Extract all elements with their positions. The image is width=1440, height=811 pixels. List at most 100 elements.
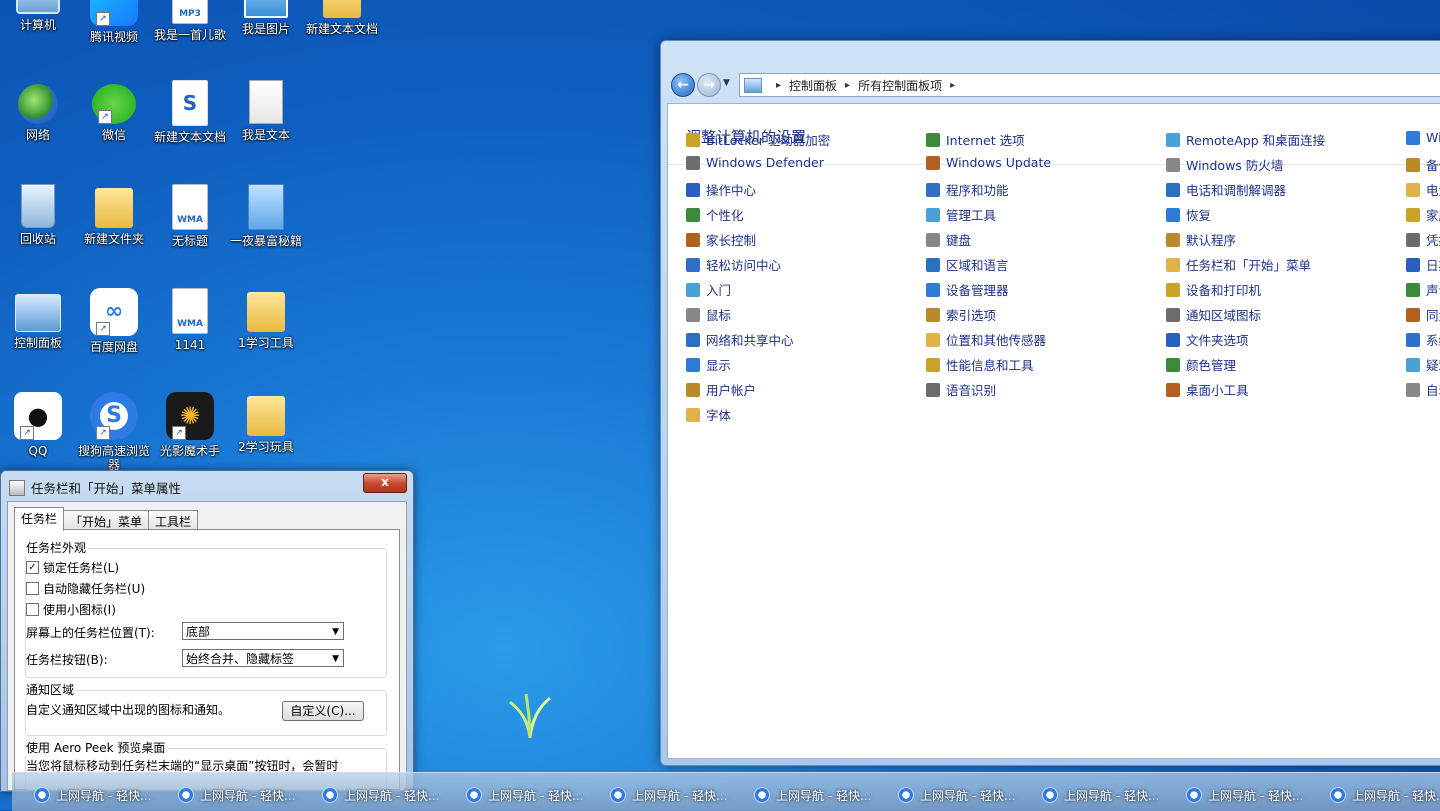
customize-button[interactable]: 自定义(C)... — [282, 701, 364, 721]
control-panel-item[interactable]: 文件夹选项 — [1166, 330, 1249, 349]
tab-taskbar[interactable]: 任务栏 — [14, 507, 65, 531]
control-panel-item[interactable]: 电话和调制解调器 — [1166, 180, 1286, 199]
control-panel-item[interactable]: Wi — [1406, 130, 1440, 145]
control-panel-item[interactable]: 语音识别 — [926, 380, 996, 399]
autohide-checkbox[interactable] — [26, 582, 39, 595]
control-panel-item[interactable]: RemoteApp 和桌面连接 — [1166, 130, 1325, 149]
control-panel-item[interactable]: 用户帐户 — [686, 380, 756, 399]
close-button[interactable]: x — [363, 473, 407, 493]
control-panel-item[interactable]: 操作中心 — [686, 180, 756, 199]
forward-button[interactable]: → — [697, 73, 721, 97]
desktop-icon-untitled[interactable]: WMA 无标题 — [152, 184, 228, 248]
control-panel-item[interactable]: 电源 — [1406, 180, 1440, 199]
breadcrumb-separator-icon[interactable]: ▸ — [776, 80, 781, 91]
small-icons-checkbox[interactable] — [26, 603, 39, 616]
control-panel-item[interactable]: 网络和共享中心 — [686, 330, 794, 349]
breadcrumb-control-panel[interactable]: 控制面板 — [789, 77, 837, 94]
desktop-icon-song[interactable]: MP3 我是一首儿歌 — [152, 0, 228, 42]
desktop-icon-qq[interactable]: ● ↗ QQ — [0, 392, 76, 458]
control-panel-item[interactable]: 系统 — [1406, 330, 1440, 349]
control-panel-item[interactable]: 通知区域图标 — [1166, 305, 1261, 324]
desktop-icon-tencent-video[interactable]: ↗ 腾讯视频 — [76, 0, 152, 44]
breadcrumb-all-items[interactable]: 所有控制面板项 — [858, 77, 942, 94]
desktop-icon-control-panel[interactable]: 控制面板 — [0, 288, 76, 350]
tab-toolbars[interactable]: 工具栏 — [148, 510, 199, 531]
desktop-icon-1141[interactable]: WMA 1141 — [152, 288, 228, 352]
control-panel-item[interactable]: Internet 选项 — [926, 130, 1025, 149]
desktop-icon-image[interactable]: 我是图片 — [228, 0, 304, 36]
desktop-icon-text[interactable]: 我是文本 — [228, 80, 304, 142]
taskbar-button[interactable]: 上网导航 - 轻快... — [604, 781, 740, 809]
history-dropdown-icon[interactable]: ▼ — [723, 78, 730, 88]
control-panel-item[interactable]: 任务栏和「开始」菜单 — [1166, 255, 1311, 274]
taskbar-button[interactable]: 上网导航 - 轻快... — [892, 781, 1028, 809]
small-icons-checkbox-row[interactable]: 使用小图标(I) — [26, 601, 116, 618]
control-panel-item[interactable]: 性能信息和工具 — [926, 355, 1034, 374]
control-panel-item[interactable]: 索引选项 — [926, 305, 996, 324]
control-panel-item[interactable]: Windows Update — [926, 155, 1051, 170]
control-panel-item[interactable]: 入门 — [686, 280, 731, 299]
taskbar-button[interactable]: 上网导航 - 轻快... — [316, 781, 452, 809]
desktop-icon-wechat[interactable]: ↗ 微信 — [76, 80, 152, 142]
control-panel-item[interactable]: 设备和打印机 — [1166, 280, 1261, 299]
control-panel-item[interactable]: 凭据 — [1406, 230, 1440, 249]
control-panel-window[interactable]: ← → ▼ ▸ 控制面板 ▸ 所有控制面板项 ▸ 调整计算机的设置 BitLoc… — [660, 40, 1440, 766]
control-panel-item[interactable]: Windows Defender — [686, 155, 824, 170]
taskbar-button[interactable]: 上网导航 - 轻快... — [28, 781, 164, 809]
control-panel-item[interactable]: 轻松访问中心 — [686, 255, 781, 274]
taskbar-button[interactable]: 上网导航 - 轻快... — [1036, 781, 1172, 809]
lock-taskbar-checkbox-row[interactable]: ✓ 锁定任务栏(L) — [26, 559, 119, 576]
control-panel-item[interactable]: 区域和语言 — [926, 255, 1009, 274]
taskbar-position-select[interactable]: 底部 ▼ — [182, 622, 344, 640]
desktop-icon-baidu-netdisk[interactable]: ∞ ↗ 百度网盘 — [76, 288, 152, 354]
control-panel-item[interactable]: 备份 — [1406, 155, 1440, 174]
taskbar-button[interactable]: 上网导航 - 轻快... — [172, 781, 308, 809]
desktop-icon-guangying[interactable]: ✺ ↗ 光影魔术手 — [152, 392, 228, 458]
desktop-icon-secret[interactable]: 一夜暴富秘籍 — [228, 184, 304, 248]
control-panel-item[interactable]: 家长控制 — [686, 230, 756, 249]
taskbar-buttons-select[interactable]: 始终合并、隐藏标签 ▼ — [182, 649, 344, 667]
taskbar-button[interactable]: 上网导航 - 轻快... — [1324, 781, 1440, 809]
taskbar-button[interactable]: 上网导航 - 轻快... — [1180, 781, 1316, 809]
control-panel-item[interactable]: 显示 — [686, 355, 731, 374]
desktop-icon-computer[interactable]: 计算机 — [0, 0, 76, 32]
lock-taskbar-checkbox[interactable]: ✓ — [26, 561, 39, 574]
control-panel-item[interactable]: 位置和其他传感器 — [926, 330, 1046, 349]
desktop-icon-network[interactable]: 网络 — [0, 80, 76, 142]
control-panel-item[interactable]: 家庭 — [1406, 205, 1440, 224]
tab-start-menu[interactable]: 「开始」菜单 — [63, 510, 150, 531]
control-panel-item[interactable]: 鼠标 — [686, 305, 731, 324]
control-panel-item[interactable]: BitLocker 驱动器加密 — [686, 130, 830, 149]
control-panel-item[interactable]: 颜色管理 — [1166, 355, 1236, 374]
control-panel-item[interactable]: 程序和功能 — [926, 180, 1009, 199]
breadcrumb-separator-icon[interactable]: ▸ — [950, 80, 955, 91]
control-panel-item[interactable]: 字体 — [686, 405, 731, 424]
control-panel-item[interactable]: 日期 — [1406, 255, 1440, 274]
control-panel-item[interactable]: 管理工具 — [926, 205, 996, 224]
desktop-icon-study-tools[interactable]: 1学习工具 — [228, 288, 304, 350]
control-panel-item[interactable]: 自动 — [1406, 380, 1440, 399]
desktop-icon-study-toys[interactable]: 2学习玩具 — [228, 392, 304, 454]
control-panel-item[interactable]: 同步 — [1406, 305, 1440, 324]
back-button[interactable]: ← — [671, 73, 695, 97]
taskbar-properties-dialog[interactable]: 任务栏和「开始」菜单属性 x 任务栏 「开始」菜单 工具栏 任务栏外观 ✓ 锁定… — [0, 470, 414, 792]
taskbar-button[interactable]: 上网导航 - 轻快... — [748, 781, 884, 809]
control-panel-item[interactable]: 桌面小工具 — [1166, 380, 1249, 399]
control-panel-item[interactable]: 疑难 — [1406, 355, 1440, 374]
breadcrumb-separator-icon[interactable]: ▸ — [845, 80, 850, 91]
control-panel-item[interactable]: 设备管理器 — [926, 280, 1009, 299]
address-bar[interactable]: ▸ 控制面板 ▸ 所有控制面板项 ▸ — [739, 73, 1440, 97]
control-panel-item[interactable]: 个性化 — [686, 205, 744, 224]
taskbar-button[interactable]: 上网导航 - 轻快... — [460, 781, 596, 809]
desktop-icon-new-text-doc[interactable]: S 新建文本文档 — [152, 80, 228, 144]
desktop-icon-new-doc-folder[interactable]: 新建文本文档 — [304, 0, 380, 36]
desktop-icon-recycle-bin[interactable]: 回收站 — [0, 184, 76, 246]
control-panel-item[interactable]: 键盘 — [926, 230, 971, 249]
desktop-icon-new-folder[interactable]: 新建文件夹 — [76, 184, 152, 246]
autohide-checkbox-row[interactable]: 自动隐藏任务栏(U) — [26, 580, 145, 597]
desktop-icon-sogou-browser[interactable]: S ↗ 搜狗高速浏览器 — [76, 392, 152, 472]
control-panel-item[interactable]: 默认程序 — [1166, 230, 1236, 249]
control-panel-item[interactable]: Windows 防火墙 — [1166, 155, 1283, 174]
control-panel-item[interactable]: 恢复 — [1166, 205, 1211, 224]
control-panel-item[interactable]: 声音 — [1406, 280, 1440, 299]
